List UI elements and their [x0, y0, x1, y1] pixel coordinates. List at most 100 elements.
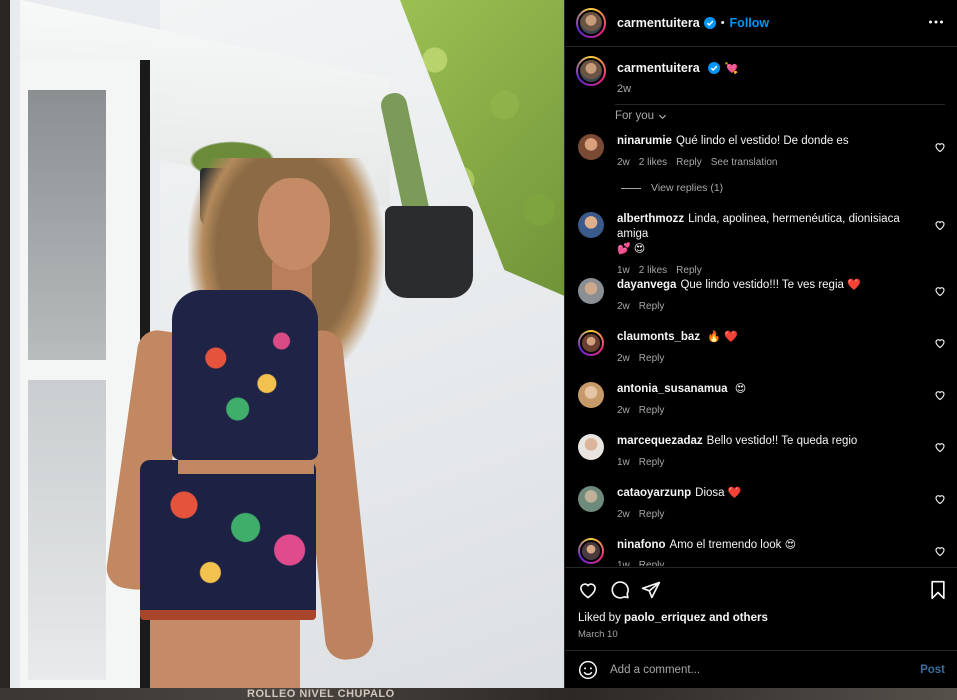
comment-sort-dropdown[interactable]: For you [615, 110, 667, 122]
caption-username[interactable]: carmentuitera [617, 61, 700, 75]
avatar[interactable] [578, 134, 604, 160]
heart-icon[interactable] [934, 389, 946, 401]
avatar[interactable] [578, 434, 604, 460]
liked-by-others[interactable]: and others [709, 612, 768, 624]
avatar[interactable] [576, 56, 606, 86]
more-options-icon[interactable] [928, 14, 944, 30]
reply-button[interactable]: Reply [639, 455, 665, 470]
post-actions: Liked by paolo_erriquez and others March… [565, 567, 957, 643]
comment-time[interactable]: 1w [617, 455, 630, 470]
heart-icon[interactable] [578, 580, 598, 600]
comment-text: Bello vestido!! Te queda regio [706, 435, 858, 447]
comment-time[interactable]: 1w [617, 263, 630, 278]
comment-username[interactable]: antonia_susanamua [617, 383, 728, 395]
reply-button[interactable]: Reply [639, 299, 665, 314]
reply-button[interactable]: Reply [676, 155, 702, 170]
replies-line [621, 187, 641, 189]
comment-emoji: 💕 😍 [617, 243, 646, 255]
heart-icon[interactable] [934, 285, 946, 297]
view-replies-button[interactable]: View replies (1) [621, 182, 723, 194]
comment-text: Qué lindo el vestido! De donde es [675, 135, 849, 147]
add-comment-bar: Post [565, 650, 957, 688]
heart-icon[interactable] [934, 493, 946, 505]
caption-emoji: 💘 [724, 63, 739, 75]
comment-emoji: ❤️ [847, 279, 861, 291]
post-comment-button[interactable]: Post [920, 664, 945, 676]
comment-text: Amo el tremendo look [669, 539, 782, 551]
avatar[interactable] [578, 330, 604, 356]
photo-legs [150, 610, 300, 688]
comment-emoji: 🔥 ❤️ [707, 331, 738, 343]
comment-username[interactable]: cataoyarzunp [617, 487, 691, 499]
comment-emoji: ❤️ [727, 487, 742, 499]
follow-button[interactable]: Follow [730, 16, 770, 30]
chevron-down-icon [658, 114, 667, 119]
comment-time[interactable]: 2w [617, 155, 630, 170]
photo-face [258, 178, 330, 270]
sort-label: For you [615, 110, 654, 122]
reply-button[interactable]: Reply [639, 351, 665, 366]
liked-by-prefix: Liked by [578, 612, 621, 624]
reply-button[interactable]: Reply [639, 403, 665, 418]
comment-icon[interactable] [610, 580, 630, 600]
verified-badge-icon [708, 62, 721, 74]
separator-dot: • [720, 17, 725, 29]
reply-button[interactable]: Reply [639, 507, 665, 522]
comment-text: Diosa [695, 487, 725, 499]
comment-emoji: 😍 [784, 539, 797, 551]
caption-time[interactable]: 2w [617, 83, 738, 95]
post-header: carmentuitera • Follow [565, 0, 957, 47]
see-translation-button[interactable]: See translation [711, 155, 778, 170]
comment-username[interactable]: claumonts_baz [617, 331, 700, 343]
photo-pot-large [385, 206, 473, 298]
comment-time[interactable]: 2w [617, 403, 630, 418]
comment-username[interactable]: ninafono [617, 539, 666, 551]
comment-time[interactable]: 2w [617, 507, 630, 522]
comment-time[interactable]: 2w [617, 351, 630, 366]
liked-by-user[interactable]: paolo_erriquez [624, 612, 706, 624]
avatar[interactable] [578, 382, 604, 408]
liked-by-text: Liked by paolo_erriquez and others [578, 612, 768, 624]
heart-icon[interactable] [934, 219, 946, 231]
avatar[interactable] [578, 212, 604, 238]
photo-dress-skirt [140, 460, 316, 620]
post-side-panel: carmentuitera • Follow carmentuitera 💘 2… [564, 0, 957, 688]
post-username[interactable]: carmentuitera [617, 16, 700, 30]
divider [615, 104, 945, 105]
verified-badge-icon [703, 17, 716, 29]
post-date[interactable]: March 10 [578, 629, 618, 640]
reply-button[interactable]: Reply [639, 558, 665, 566]
comment-item: ninafono Amo el tremendo look 😍 1w Reply [576, 538, 946, 566]
comment-username[interactable]: marcequezadaz [617, 435, 703, 447]
avatar[interactable] [576, 8, 606, 38]
comment-username[interactable]: ninarumie [617, 135, 672, 147]
heart-icon[interactable] [934, 337, 946, 349]
reply-button[interactable]: Reply [676, 263, 702, 278]
comment-input[interactable] [610, 663, 900, 676]
post-caption: carmentuitera 💘 2w [576, 56, 946, 100]
comment-likes[interactable]: 2 likes [639, 155, 667, 170]
post-photo[interactable] [10, 0, 564, 688]
heart-icon[interactable] [934, 545, 946, 557]
comment-likes[interactable]: 2 likes [639, 263, 667, 278]
backdrop-strip [0, 688, 957, 700]
share-icon[interactable] [641, 580, 661, 600]
comment-text: Que lindo vestido!!! Te ves regia [680, 279, 844, 291]
comment-username[interactable]: alberthmozz [617, 213, 684, 225]
backdrop-caption: ROLLEO NIVEL CHUPALO [247, 688, 395, 700]
photo-dress-top [172, 290, 318, 460]
emoji-icon[interactable] [578, 660, 598, 680]
bookmark-icon[interactable] [928, 580, 948, 600]
view-replies-label: View replies (1) [651, 182, 724, 194]
heart-icon[interactable] [934, 441, 946, 453]
heart-icon[interactable] [934, 141, 946, 153]
avatar[interactable] [578, 486, 604, 512]
photo-door-inner [28, 90, 106, 360]
photo-door-glass [28, 380, 106, 680]
comment-emoji: 😍 [734, 383, 747, 395]
avatar[interactable] [578, 538, 604, 564]
comment-time[interactable]: 1w [617, 558, 630, 566]
avatar[interactable] [578, 278, 604, 304]
comment-username[interactable]: dayanvega [617, 279, 676, 291]
comment-time[interactable]: 2w [617, 299, 630, 314]
